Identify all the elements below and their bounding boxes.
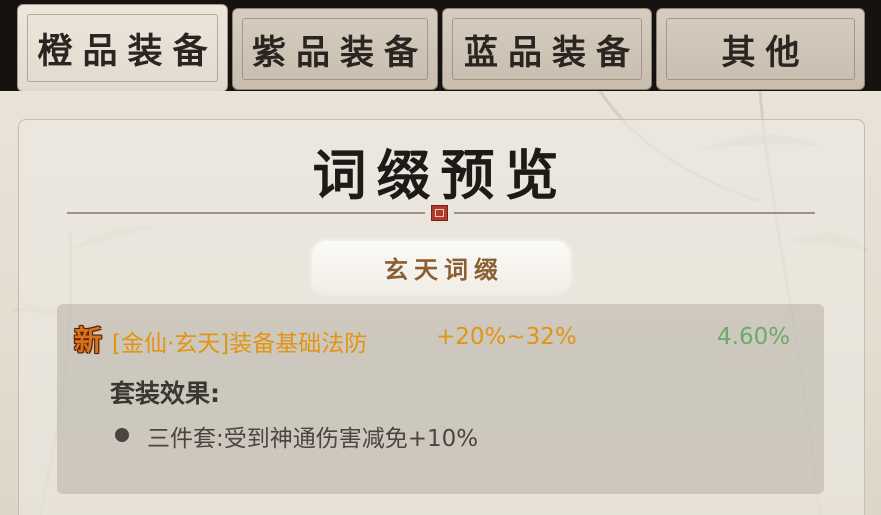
- title-divider-right: [454, 212, 815, 214]
- tab-blue-equipment[interactable]: 蓝品装备: [442, 8, 652, 90]
- new-badge-icon: 新: [73, 324, 102, 357]
- tab-label: 蓝品装备: [464, 32, 640, 73]
- tab-label: 紫品装备: [252, 32, 428, 73]
- tab-purple-equipment[interactable]: 紫品装备: [232, 8, 438, 90]
- tab-label: 橙品装备: [37, 30, 218, 72]
- panel-title: 词缀预览: [312, 143, 569, 207]
- subtitle-plate: 玄天词缀: [312, 241, 570, 293]
- tab-label: 其他: [721, 32, 810, 73]
- subtitle: 玄天词缀: [384, 254, 504, 284]
- set-bonus-effect: 三件套:受到神通伤害减免+10%: [147, 426, 479, 452]
- title-divider-left: [67, 212, 425, 214]
- tab-orange-equipment[interactable]: 橙品装备: [17, 4, 228, 92]
- set-bonus-heading: 套装效果:: [110, 379, 220, 408]
- affix-card: 新 [金仙·玄天]装备基础法防 +20%~32% 4.60% 套装效果: 三件套…: [57, 304, 824, 494]
- affix-range: +20%~32%: [436, 324, 577, 350]
- affix-rate: 4.60%: [717, 324, 791, 350]
- seal-icon: [431, 205, 448, 221]
- affix-preview-panel: 词缀预览 玄天词缀 新 [金仙·玄天]装备基础法防 +20%~32% 4.60%…: [0, 91, 881, 515]
- affix-name: [金仙·玄天]装备基础法防: [112, 331, 368, 357]
- bullet-icon: [115, 428, 129, 442]
- tab-other[interactable]: 其他: [656, 8, 865, 90]
